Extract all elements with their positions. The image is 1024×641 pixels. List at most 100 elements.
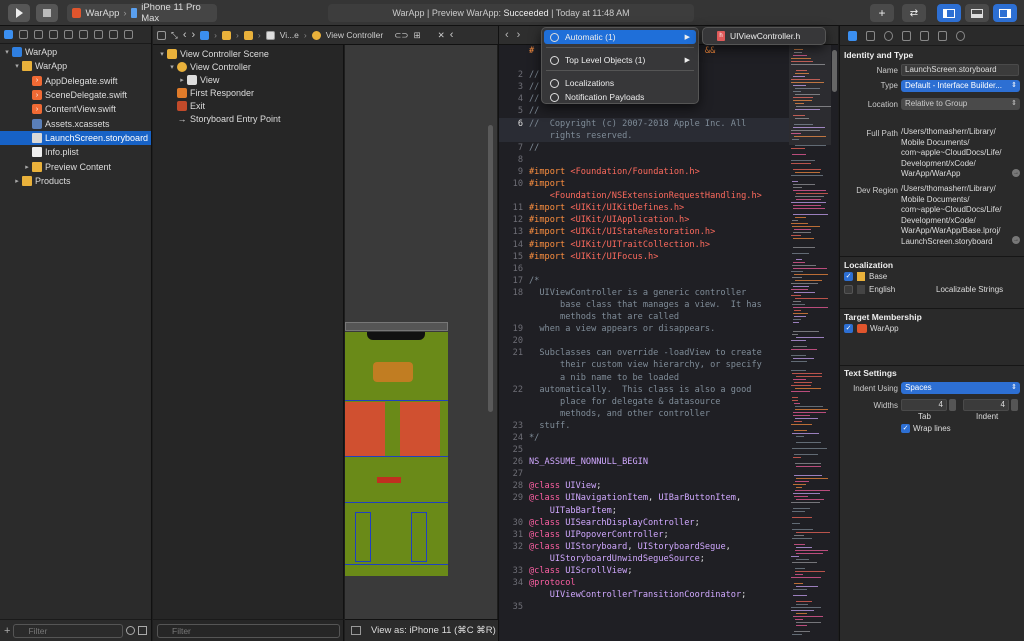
navigator-item[interactable]: › ContentView.swift [0,102,151,116]
close-icon[interactable]: ✕ [438,30,445,41]
back-icon[interactable]: ‹ [505,29,509,41]
view-as-button[interactable]: View as: iPhone 11 (⌘C ⌘R) [371,625,496,636]
navigator-item[interactable]: ▸ Preview Content [0,159,151,173]
add-editor-icon[interactable]: ⊞ [413,30,420,41]
scm-filter-icon[interactable] [138,626,147,635]
reveal-in-finder-icon[interactable]: → [1012,236,1020,244]
target-warapp-checkbox[interactable]: ✓ [844,324,853,333]
symbol-icon[interactable] [34,30,43,39]
outline-item[interactable]: → Storyboard Entry Point [153,112,344,125]
library-button[interactable]: + [870,4,894,22]
review-changes-button[interactable]: ⇄ [902,4,926,22]
scene-dock[interactable] [345,322,448,331]
wrap-lines-checkbox[interactable]: ✓ [901,424,910,433]
disclosure-triangle-icon[interactable]: ▸ [12,177,22,185]
indent-using-popup[interactable]: Spaces ⇕ [901,382,1020,394]
menu-item[interactable]: Localizations [544,76,696,90]
menu-item[interactable]: Notification Payloads [544,90,696,104]
navigator-item[interactable]: LaunchScreen.storyboard [0,130,151,146]
disclosure-triangle-icon[interactable]: ▾ [2,48,12,56]
indent-width-stepper[interactable] [1011,399,1018,411]
loc-english-checkbox[interactable] [844,285,853,294]
tab-width-field[interactable]: 4 [901,399,947,411]
submenu-item-uiviewcontroller[interactable]: UIViewController.h [730,31,800,41]
outline-item[interactable]: ▾ View Controller [153,60,344,73]
navigator-item[interactable]: ▾ WarApp [0,59,151,73]
related-items-icon[interactable] [157,30,166,40]
type-popup[interactable]: Default - Interface Builder... ⇕ [901,80,1020,92]
name-field[interactable]: LaunchScreen.storyboard [901,64,1019,76]
launch-screen-preview[interactable] [345,332,448,576]
breakpoint-icon[interactable] [109,30,118,39]
attributes-icon[interactable] [920,30,929,41]
code-text[interactable]: # ADERS) && h>)2//3// UIViewController.h… [499,45,789,613]
device-name[interactable]: iPhone 11 Pro Max [141,2,217,24]
disclosure-triangle-icon[interactable]: ▾ [12,62,22,70]
help-icon[interactable] [884,30,893,41]
tab-width-stepper[interactable] [949,399,956,411]
identity-icon[interactable] [902,30,911,41]
code-minimap[interactable] [789,45,831,641]
loc-base-checkbox[interactable]: ✓ [844,272,853,281]
related-items-submenu[interactable]: h UIViewController.h [702,27,826,45]
test-icon[interactable] [79,30,88,39]
toggle-navigator-button[interactable] [937,4,961,22]
search-icon[interactable] [49,30,58,39]
link-icon[interactable]: ⊂⊃ [394,30,408,41]
size-icon[interactable] [938,30,947,41]
reveal-in-finder-icon[interactable]: → [1012,169,1020,177]
menu-item[interactable]: Automatic (1) ▶ [544,30,696,44]
forward-icon[interactable]: › [517,29,521,41]
navigator-item[interactable]: › SceneDelegate.swift [0,88,151,102]
navigator-item[interactable]: Info.plist [0,145,151,159]
folder-icon[interactable] [4,30,13,39]
jumpbar-crumb-file[interactable]: Vi...e [280,30,299,40]
folder-icon[interactable] [200,30,210,40]
canvas-scrollbar[interactable] [488,125,493,412]
storyboard-icon[interactable] [265,30,275,40]
outline-toggle-icon[interactable] [351,626,361,635]
disclosure-triangle-icon[interactable]: ▸ [22,163,32,171]
folder-icon[interactable] [222,30,231,40]
navigator-item[interactable]: Assets.xcassets [0,116,151,130]
outline-item[interactable]: ▾ View Controller Scene [153,47,344,60]
disclosure-triangle-icon[interactable]: ▾ [157,50,167,58]
navigator-item[interactable]: ▾ WarApp [0,45,151,59]
disclosure-triangle-icon[interactable]: ▸ [177,76,187,84]
scheme-selector[interactable]: WarApp › iPhone 11 Pro Max [67,2,217,24]
forward-icon[interactable]: › [191,29,195,41]
loc-english-type[interactable]: Localizable Strings [936,285,1003,296]
source-control-icon[interactable] [19,30,28,39]
menu-item[interactable]: Top Level Objects (1) ▶ [544,53,696,67]
add-icon[interactable]: + [4,625,10,637]
outline-filter-input[interactable]: Filter [157,623,340,638]
run-button[interactable] [8,4,30,22]
stop-button[interactable] [36,4,58,22]
minimap-visible-region[interactable] [789,45,831,145]
folder-icon[interactable] [243,30,253,40]
toggle-debug-button[interactable] [965,4,989,22]
recent-files-icon[interactable] [126,626,135,635]
location-popup[interactable]: Relative to Group ⇕ [901,98,1020,110]
outline-item[interactable]: Exit [153,99,344,112]
connections-icon[interactable] [956,30,965,41]
disclosure-triangle-icon[interactable]: ▾ [167,63,177,71]
warning-icon[interactable] [64,30,73,39]
navigator-item[interactable]: › AppDelegate.swift [0,74,151,88]
editor-scrollbar[interactable] [832,50,837,92]
report-icon[interactable] [124,30,133,39]
navigator-filter-input[interactable]: Filter [13,623,123,638]
split-arrows-icon[interactable]: ⤡ [171,30,178,41]
back-icon[interactable]: ‹ [450,29,454,41]
navigator-item[interactable]: ▸ Products [0,174,151,188]
file-inspector-icon[interactable] [848,30,857,41]
back-icon[interactable]: ‹ [183,29,187,41]
storyboard-canvas[interactable] [345,45,497,619]
toggle-inspector-button[interactable] [993,4,1017,22]
jumpbar-crumb-vc[interactable]: View Controller [326,30,383,40]
outline-item[interactable]: ▸ View [153,73,344,86]
outline-item[interactable]: First Responder [153,86,344,99]
history-icon[interactable] [866,30,875,41]
debug-icon[interactable] [94,30,103,39]
indent-width-field[interactable]: 4 [963,399,1009,411]
